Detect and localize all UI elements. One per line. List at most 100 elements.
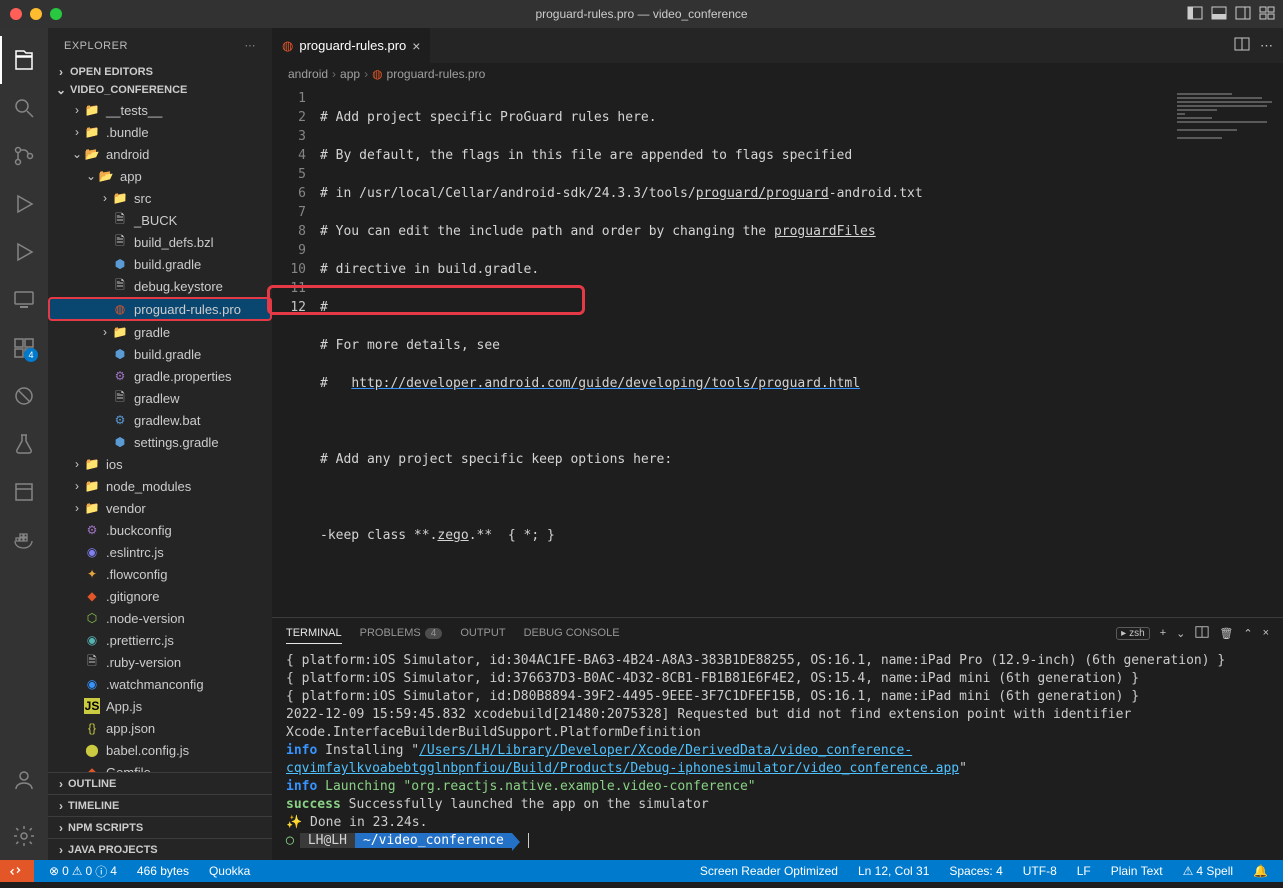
file-tree: ›📁__tests__ ›📁.bundle ⌄📂android ⌄📂app ›📁… [48,99,272,772]
highlight-box-code [267,285,585,315]
explorer-sidebar: EXPLORER ⋯ ›OPEN EDITORS ⌄VIDEO_CONFEREN… [48,28,272,860]
folder-src[interactable]: ›📁src [48,187,272,209]
file-buck[interactable]: 🗎_BUCK [48,209,272,231]
maximize-window-button[interactable] [50,8,62,20]
folder-bundle[interactable]: ›📁.bundle [48,121,272,143]
status-notifications-icon[interactable]: 🔔 [1248,864,1273,878]
customize-layout-icon[interactable] [1259,5,1275,24]
docker-icon[interactable] [0,516,48,564]
file-build-gradle-1[interactable]: ⬢build.gradle [48,253,272,275]
more-actions-icon[interactable]: ⋯ [1260,38,1273,54]
status-screen-reader[interactable]: Screen Reader Optimized [695,864,843,878]
status-file-size[interactable]: 466 bytes [132,864,194,878]
folder-app[interactable]: ⌄📂app [48,165,272,187]
run-debug-button[interactable] [0,180,48,228]
file-proguard-rules[interactable]: ◍proguard-rules.pro [48,297,272,321]
file-gradlew-bat[interactable]: ⚙gradlew.bat [48,409,272,431]
layout-panel-icon[interactable] [1211,5,1227,24]
folder-node-modules[interactable]: ›📁node_modules [48,475,272,497]
breadcrumb[interactable]: android› app› ◍proguard-rules.pro [272,63,1283,85]
close-window-button[interactable] [10,8,22,20]
extensions-badge: 4 [24,348,38,362]
workspace-section[interactable]: ⌄VIDEO_CONFERENCE [48,81,272,99]
remote-explorer-button[interactable] [0,276,48,324]
shell-selector[interactable]: ▸ zsh [1116,627,1150,640]
file-gitignore[interactable]: ◆.gitignore [48,585,272,607]
terminal-content[interactable]: { platform:iOS Simulator, id:304AC1FE-BA… [272,648,1283,860]
window-title: proguard-rules.pro — video_conference [0,7,1283,21]
maximize-panel-icon[interactable]: ⌃ [1243,627,1252,640]
file-node-version[interactable]: ⬡.node-version [48,607,272,629]
timeline-section[interactable]: ›TIMELINE [48,794,272,816]
folder-gradle[interactable]: ›📁gradle [48,321,272,343]
project-icon[interactable] [0,468,48,516]
editor-tabs: ◍ proguard-rules.pro × ⋯ [272,28,1283,63]
status-language[interactable]: Plain Text [1106,864,1168,878]
status-eol[interactable]: LF [1072,864,1096,878]
settings-button[interactable] [0,812,48,860]
bottom-panel: TERMINAL PROBLEMS4 OUTPUT DEBUG CONSOLE … [272,617,1283,860]
remote-indicator[interactable] [0,860,34,882]
source-control-button[interactable] [0,132,48,180]
explorer-more-icon[interactable]: ⋯ [245,39,257,52]
search-view-button[interactable] [0,84,48,132]
beaker-icon[interactable] [0,420,48,468]
terminal-dropdown-icon[interactable]: ⌄ [1176,627,1185,640]
accounts-button[interactable] [0,756,48,804]
status-encoding[interactable]: UTF-8 [1018,864,1062,878]
file-app-json[interactable]: {}app.json [48,717,272,739]
folder-android[interactable]: ⌄📂android [48,143,272,165]
file-flowconfig[interactable]: ✦.flowconfig [48,563,272,585]
line-gutter: 123456789101112 [272,85,320,617]
debug-console-tab[interactable]: DEBUG CONSOLE [524,627,620,639]
status-errors[interactable]: ⊗0 ⚠0 ⓘ4 [44,863,122,880]
new-terminal-icon[interactable]: + [1160,627,1166,639]
close-panel-icon[interactable]: × [1263,627,1269,639]
split-editor-icon[interactable] [1234,36,1250,55]
folder-vendor[interactable]: ›📁vendor [48,497,272,519]
problems-tab[interactable]: PROBLEMS4 [360,627,443,639]
file-build-defs[interactable]: 🗎build_defs.bzl [48,231,272,253]
block-icon[interactable] [0,372,48,420]
file-gradle-properties[interactable]: ⚙gradle.properties [48,365,272,387]
status-cursor[interactable]: Ln 12, Col 31 [853,864,934,878]
minimize-window-button[interactable] [30,8,42,20]
file-debug-keystore[interactable]: 🗎debug.keystore [48,275,272,297]
code-content[interactable]: # Add project specific ProGuard rules he… [320,85,1163,617]
folder-tests[interactable]: ›📁__tests__ [48,99,272,121]
file-app-js[interactable]: JSApp.js [48,695,272,717]
file-prettierrc[interactable]: ◉.prettierrc.js [48,629,272,651]
file-babel-config[interactable]: ⬤babel.config.js [48,739,272,761]
kill-terminal-icon[interactable]: 🗑 [1219,627,1233,640]
file-build-gradle-2[interactable]: ⬢build.gradle [48,343,272,365]
terminal-tab[interactable]: TERMINAL [286,627,342,644]
file-settings-gradle[interactable]: ⬢settings.gradle [48,431,272,453]
panel-tabs: TERMINAL PROBLEMS4 OUTPUT DEBUG CONSOLE … [272,618,1283,648]
status-quokka[interactable]: Quokka [204,864,255,878]
layout-sidebar-left-icon[interactable] [1187,5,1203,24]
npm-scripts-section[interactable]: ›NPM SCRIPTS [48,816,272,838]
extensions-button[interactable]: 4 [0,324,48,372]
minimap[interactable] [1163,85,1283,617]
run-button[interactable] [0,228,48,276]
status-indent[interactable]: Spaces: 4 [944,864,1007,878]
split-terminal-icon[interactable] [1195,625,1209,642]
explorer-view-button[interactable] [0,36,48,84]
close-tab-icon[interactable]: × [412,38,420,54]
output-tab[interactable]: OUTPUT [460,627,505,639]
file-watchmanconfig[interactable]: ◉.watchmanconfig [48,673,272,695]
layout-sidebar-right-icon[interactable] [1235,5,1251,24]
java-projects-section[interactable]: ›JAVA PROJECTS [48,838,272,860]
folder-ios[interactable]: ›📁ios [48,453,272,475]
status-spell[interactable]: ⚠4 Spell [1178,864,1238,878]
file-gradlew[interactable]: 🗎gradlew [48,387,272,409]
editor-body[interactable]: 123456789101112 # Add project specific P… [272,85,1283,617]
tab-proguard[interactable]: ◍ proguard-rules.pro × [272,28,431,63]
explorer-title: EXPLORER ⋯ [48,28,272,63]
file-gemfile[interactable]: ◆Gemfile [48,761,272,772]
file-buckconfig[interactable]: ⚙.buckconfig [48,519,272,541]
outline-section[interactable]: ›OUTLINE [48,772,272,794]
file-ruby-version[interactable]: 🗎.ruby-version [48,651,272,673]
open-editors-section[interactable]: ›OPEN EDITORS [48,63,272,81]
file-eslintrc[interactable]: ◉.eslintrc.js [48,541,272,563]
